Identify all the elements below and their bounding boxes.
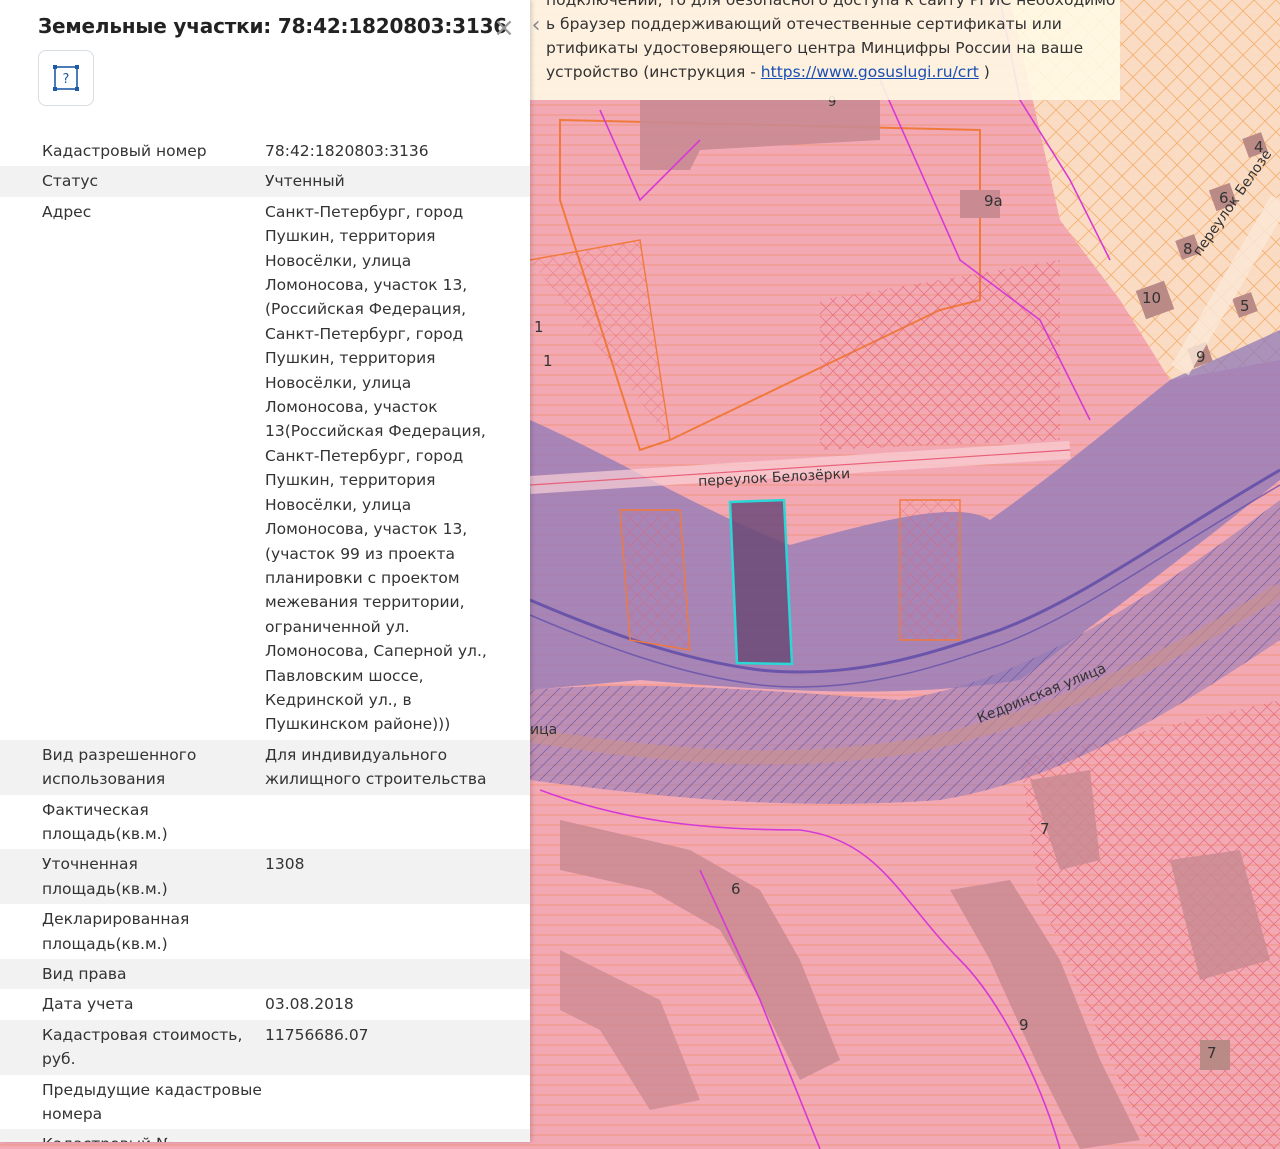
- attribute-table: Кадастровый номер 78:42:1820803:3136 Ста…: [0, 136, 530, 1142]
- house-number: 6: [1219, 189, 1229, 207]
- house-number: 9: [1019, 1016, 1029, 1034]
- house-number: 1: [534, 318, 544, 336]
- attr-row-actual-area: Фактическая площадь(кв.м.): [0, 795, 530, 850]
- attr-label: Уточненная площадь(кв.м.): [42, 855, 168, 898]
- attr-value: 78:42:1820803:3136: [265, 142, 429, 160]
- attr-row-cadastral-number: Кадастровый номер 78:42:1820803:3136: [0, 136, 530, 166]
- attr-value: [265, 1078, 505, 1127]
- close-icon[interactable]: ×: [492, 14, 516, 42]
- attr-row-status: Статус Учтенный: [0, 166, 530, 197]
- attr-value: [265, 798, 505, 847]
- house-number: 7: [1207, 1044, 1217, 1062]
- attr-label: Вид права: [42, 965, 127, 983]
- notice-line-3: ртификаты удостоверяющего центра Минцифр…: [546, 39, 1084, 57]
- attr-value: [265, 907, 505, 956]
- attr-row-declared-area: Декларированная площадь(кв.м.): [0, 904, 530, 959]
- notice-text: подключении, то для безопасного доступа …: [546, 0, 1116, 84]
- attr-row-previous-numbers: Предыдущие кадастровые номера: [0, 1075, 530, 1130]
- notice-line-2: ь браузер поддерживающий отечественные с…: [546, 15, 1062, 33]
- attr-row-registration-date: Дата учета 03.08.2018: [0, 989, 530, 1019]
- attr-row-permitted-use: Вид разрешенного использования Для индив…: [0, 739, 530, 795]
- certificate-notice: ‹ подключении, то для безопасного доступ…: [530, 0, 1120, 100]
- attr-label: Статус: [42, 172, 99, 191]
- house-number: 7: [1040, 820, 1050, 838]
- house-number: 8: [1183, 240, 1193, 258]
- notice-line-1: подключении, то для безопасного доступа …: [546, 0, 1116, 9]
- parcel-question-icon: ?: [53, 65, 79, 91]
- house-number: 9а: [984, 192, 1003, 210]
- house-number: 5: [1240, 297, 1250, 315]
- gosuslugi-crt-link[interactable]: https://www.gosuslugi.ru/crt: [761, 63, 979, 81]
- attr-row-cadastral-value: Кадастровая стоимость, руб. 11756686.07: [0, 1019, 530, 1075]
- attr-value: [265, 1132, 505, 1142]
- attr-value: 11756686.07: [265, 1025, 369, 1044]
- attr-label: Декларированная площадь(кв.м.): [42, 910, 190, 953]
- attr-label: Вид разрешенного использования: [42, 745, 197, 789]
- attr-row-right-type: Вид права: [0, 959, 530, 990]
- notice-line-4-prefix: устройство (инструкция -: [546, 63, 761, 81]
- attr-value: Для индивидуального жилищного строительс…: [265, 745, 487, 789]
- attr-label: Фактическая площадь(кв.м.): [42, 800, 168, 843]
- attr-row-address: Адрес Санкт-Петербург, город Пушкин, тер…: [0, 197, 530, 740]
- svg-text:?: ?: [63, 72, 70, 87]
- chevron-left-icon[interactable]: ‹: [530, 0, 542, 52]
- attr-value: Санкт-Петербург, город Пушкин, территори…: [265, 202, 487, 734]
- attr-value: Учтенный: [265, 172, 345, 191]
- selected-parcel[interactable]: [730, 500, 792, 664]
- attr-label: Кадастровый номер: [42, 142, 207, 160]
- info-panel: Земельные участки: 78:42:1820803:3136 × …: [0, 0, 530, 1142]
- house-number: 1: [543, 352, 553, 370]
- attr-label: Кадастровый №: [42, 1132, 265, 1142]
- notice-line-4: устройство (инструкция - https://www.gos…: [546, 60, 1116, 84]
- attr-value: [265, 962, 505, 986]
- house-number: 4: [1254, 138, 1264, 156]
- attr-value: 03.08.2018: [265, 995, 354, 1014]
- attr-row-specified-area: Уточненная площадь(кв.м.) 1308: [0, 849, 530, 905]
- house-number: 9: [1196, 348, 1206, 366]
- house-number: 10: [1142, 289, 1162, 307]
- attr-label: Дата учета: [42, 995, 134, 1014]
- attr-row-cadastral-no: Кадастровый №: [0, 1129, 530, 1142]
- parcel-info-button[interactable]: ?: [38, 50, 94, 106]
- panel-title: Земельные участки: 78:42:1820803:3136: [38, 14, 508, 38]
- attr-label: Предыдущие кадастровые номера: [42, 1080, 262, 1124]
- notice-line-4-suffix: ): [978, 63, 990, 81]
- attr-value: 1308: [265, 855, 305, 874]
- attr-label: Адрес: [42, 202, 92, 221]
- street-label-fragment: ица: [530, 722, 558, 738]
- attr-label: Кадастровая стоимость, руб.: [42, 1025, 243, 1069]
- house-number: 6: [731, 880, 741, 898]
